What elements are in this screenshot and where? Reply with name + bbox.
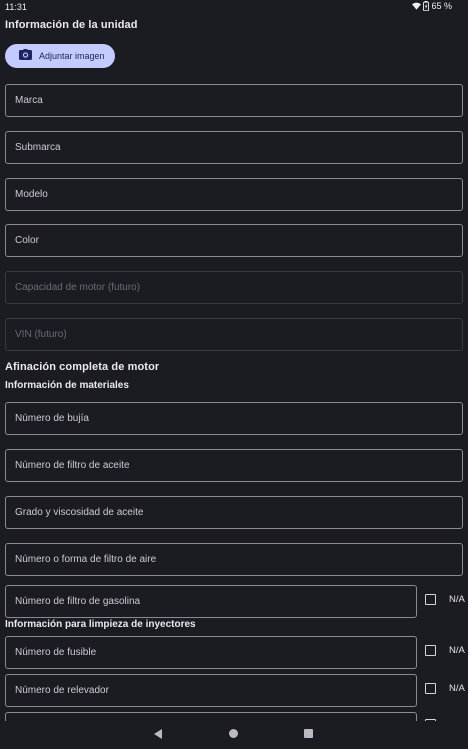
brand-field-label: Marca: [15, 95, 43, 106]
status-bar: 11:31 65 %: [0, 0, 468, 14]
model-field[interactable]: Modelo: [5, 178, 463, 211]
fuse-na-checkbox[interactable]: N/A: [425, 645, 465, 656]
checkbox-box[interactable]: [425, 645, 436, 656]
spark-plug-field-label: Número de bujía: [15, 413, 89, 424]
model-field-label: Modelo: [15, 189, 48, 200]
checkbox-box[interactable]: [425, 594, 436, 605]
battery-percent: 65 %: [431, 1, 452, 11]
air-filter-field-label: Número o forma de filtro de aire: [15, 554, 157, 565]
color-field[interactable]: Color: [5, 224, 463, 257]
oil-filter-field[interactable]: Número de filtro de aceite: [5, 449, 463, 482]
back-icon[interactable]: [154, 729, 162, 739]
fuel-filter-field[interactable]: Número de filtro de gasolina: [5, 585, 417, 618]
camera-icon: [19, 47, 32, 65]
air-filter-field[interactable]: Número o forma de filtro de aire: [5, 543, 463, 576]
engine-capacity-field: Capacidad de motor (futuro): [5, 271, 463, 304]
status-indicators: 65 %: [412, 1, 452, 11]
fuse-field-label: Número de fusible: [15, 647, 97, 658]
fuse-field[interactable]: Número de fusible: [5, 636, 417, 669]
wifi-icon: [412, 2, 422, 10]
relay-field[interactable]: Número de relevador: [5, 674, 417, 707]
oil-filter-field-label: Número de filtro de aceite: [15, 460, 130, 471]
na-label: N/A: [449, 683, 465, 694]
home-icon[interactable]: [229, 729, 238, 738]
recents-icon[interactable]: [304, 729, 313, 738]
tuneup-title: Afinación completa de motor: [5, 361, 160, 373]
relay-field-label: Número de relevador: [15, 685, 109, 696]
fuel-filter-na-checkbox[interactable]: N/A: [425, 594, 465, 605]
na-label: N/A: [449, 594, 465, 605]
na-label: N/A: [449, 645, 465, 656]
engine-capacity-field-label: Capacidad de motor (futuro): [15, 282, 141, 293]
vin-field-label: VIN (futuro): [15, 329, 67, 340]
battery-icon: [423, 1, 430, 11]
oil-grade-field-label: Grado y viscosidad de aceite: [15, 507, 144, 518]
oil-grade-field[interactable]: Grado y viscosidad de aceite: [5, 496, 463, 529]
checkbox-box[interactable]: [425, 683, 436, 694]
injectors-title: Información para limpieza de inyectores: [5, 619, 196, 630]
attach-image-label: Adjuntar imagen: [39, 51, 105, 61]
relay-na-checkbox[interactable]: N/A: [425, 683, 465, 694]
sub-brand-field[interactable]: Submarca: [5, 131, 463, 164]
spark-plug-field[interactable]: Número de bujía: [5, 402, 463, 435]
brand-field[interactable]: Marca: [5, 84, 463, 117]
materials-title: Información de materiales: [5, 380, 129, 391]
attach-image-button[interactable]: Adjuntar imagen: [5, 44, 115, 68]
vin-field: VIN (futuro): [5, 318, 463, 351]
sub-brand-field-label: Submarca: [15, 142, 61, 153]
fuel-filter-field-label: Número de filtro de gasolina: [15, 596, 141, 607]
unit-info-title: Información de la unidad: [5, 19, 138, 31]
status-time: 11:31: [5, 2, 27, 12]
color-field-label: Color: [15, 235, 39, 246]
